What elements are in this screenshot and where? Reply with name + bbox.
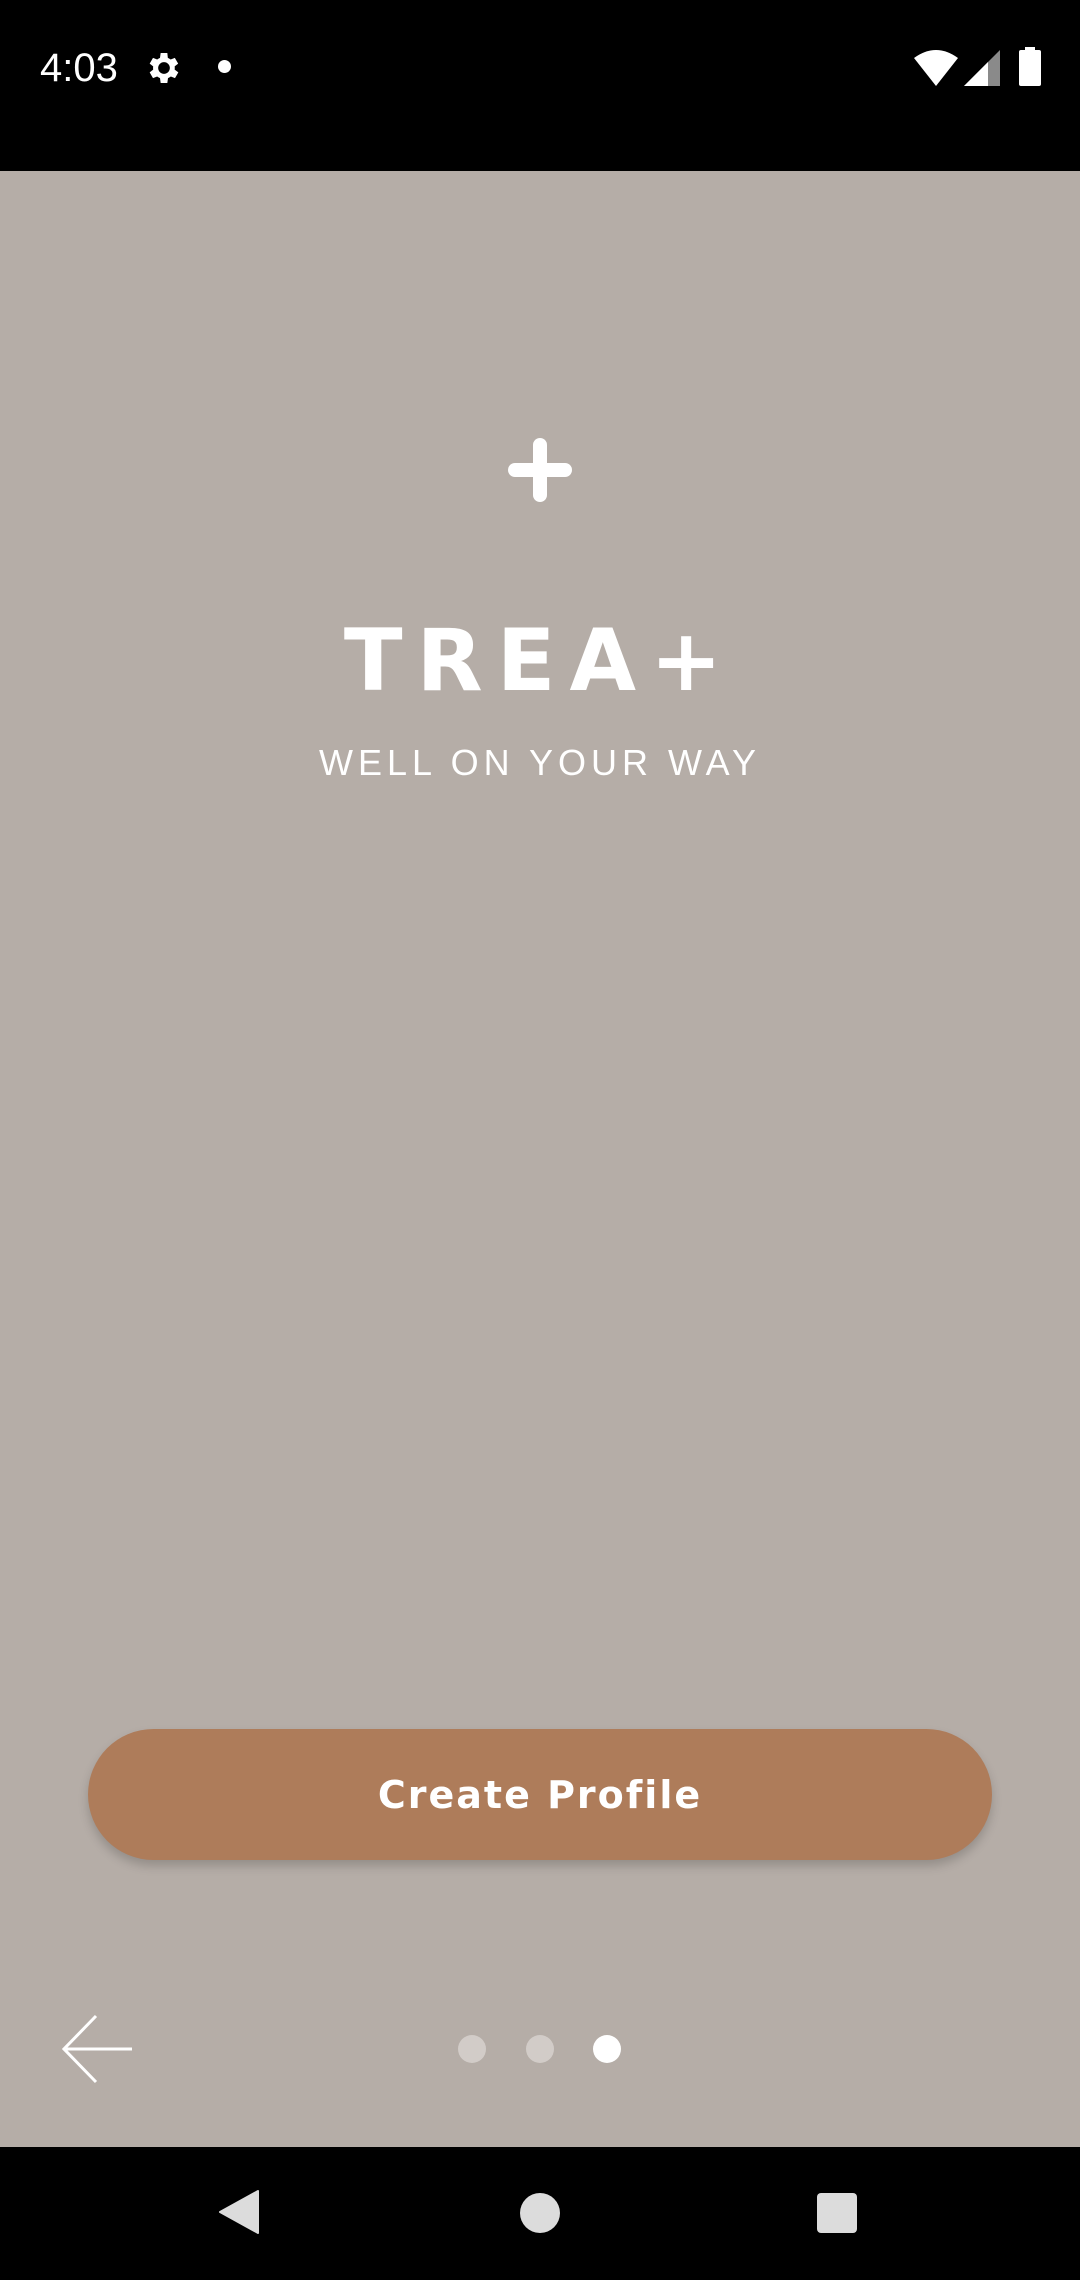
create-profile-button[interactable]: Create Profile: [88, 1729, 992, 1860]
nav-home-icon[interactable]: [520, 2193, 560, 2233]
nav-back-icon[interactable]: [218, 2189, 260, 2235]
brand-tagline: WELL ON YOUR WAY: [318, 742, 762, 783]
cell-signal-icon: [964, 50, 1000, 86]
wifi-icon: [914, 50, 958, 86]
page-dot-2: [526, 2035, 554, 2063]
gear-icon: [149, 53, 179, 83]
system-navigation-bar: [0, 2147, 1080, 2280]
notification-dot-icon: [218, 60, 231, 73]
battery-icon: [1019, 47, 1041, 86]
status-time: 4:03: [40, 46, 118, 90]
page-dot-1: [458, 2035, 486, 2063]
welcome-screen: TREA+ WELL ON YOUR WAY Create Profile: [0, 171, 1080, 2147]
nav-recents-icon[interactable]: [817, 2193, 857, 2233]
page-dot-3-active: [593, 2035, 621, 2063]
arrow-left-icon[interactable]: [62, 2014, 134, 2084]
plus-icon: [508, 438, 572, 502]
status-bar: 4:03: [0, 0, 1080, 171]
brand-name: TREA+: [343, 611, 737, 711]
